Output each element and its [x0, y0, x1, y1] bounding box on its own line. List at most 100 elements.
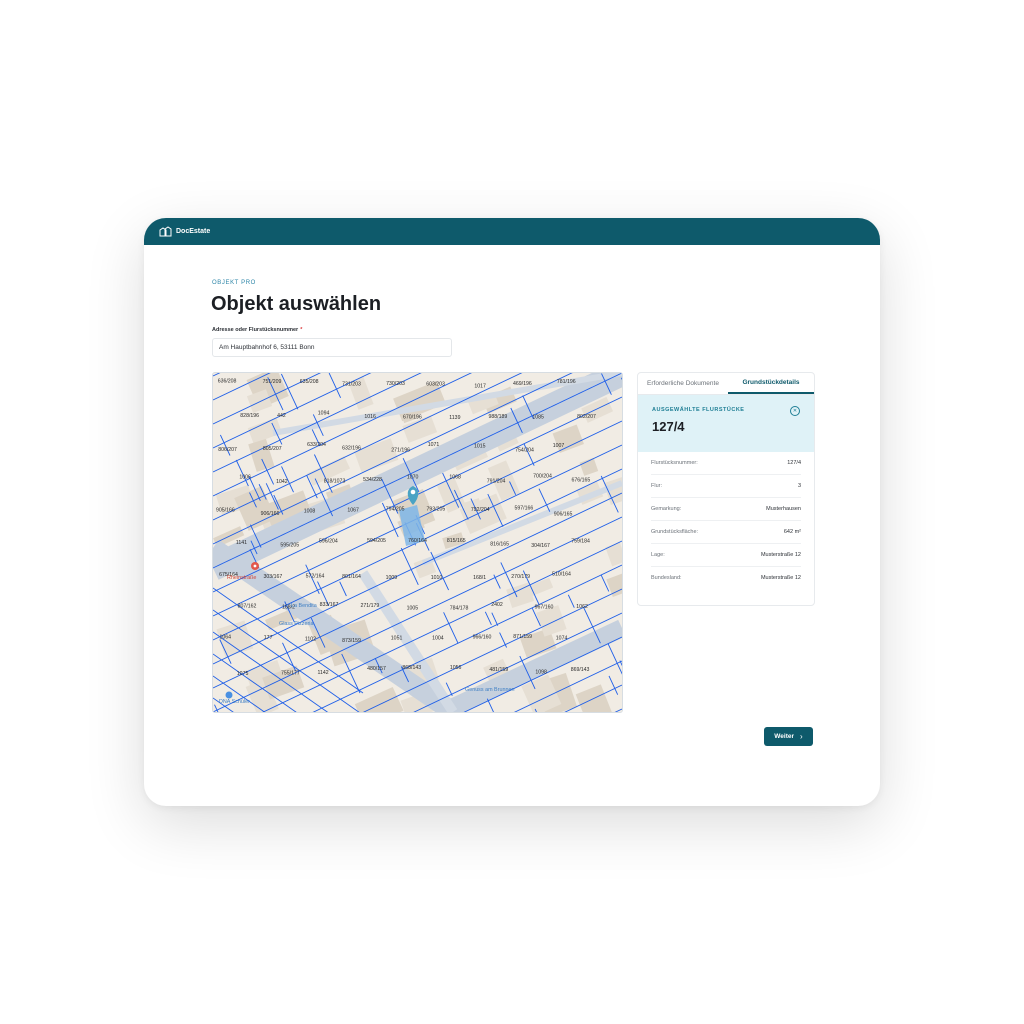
parcel-label: 271/179	[361, 603, 380, 609]
street-label: Rheinstraße	[227, 575, 256, 581]
parcel-label: 603/203	[426, 382, 445, 388]
address-label-text: Adresse oder Flurstücksnummer	[212, 327, 299, 333]
parcel-label: 632/196	[342, 446, 361, 452]
detail-value: 127/4	[787, 460, 801, 466]
parcel-label: 1085	[532, 414, 544, 420]
parcel-label: 700/204	[533, 474, 552, 480]
parcel-label: 177	[264, 635, 273, 641]
parcel-label: 731/203	[342, 382, 361, 388]
parcel-label: 1010	[431, 575, 443, 581]
parcel-label: 1005	[407, 606, 419, 612]
parcel-label: 1015	[474, 444, 486, 450]
parcel-label: 304/167	[531, 543, 550, 549]
parcel-label: 906/165	[554, 511, 573, 517]
parcel-label: 1051	[391, 636, 403, 642]
parcel-label: 818/1073	[324, 479, 346, 485]
poi-marker-icon[interactable]	[251, 562, 259, 570]
parcel-label: 905/166	[216, 508, 235, 514]
parcel-label: 670/196	[403, 415, 422, 421]
parcel-label: 869/143	[571, 667, 590, 673]
parcel-label: 1141	[236, 540, 247, 546]
parcel-label: 868/143	[402, 665, 421, 671]
parcel-label: 754/204	[515, 447, 534, 453]
parcel-label: 815/165	[447, 538, 466, 544]
parcel-label: 1098	[535, 670, 547, 676]
parcel-label: 303/167	[264, 574, 283, 580]
parcel-label: 871/159	[513, 634, 532, 640]
parcel-label: 751/209	[263, 379, 282, 385]
parcel-label: 1007	[553, 443, 565, 449]
parcel-label: 481/159	[489, 667, 508, 673]
street-label: Genuss am Brunnen	[465, 687, 514, 693]
parcel-label: 755/177	[281, 671, 300, 677]
parcel-label: 636/208	[218, 379, 237, 385]
next-button[interactable]: Weiter ›	[764, 727, 813, 746]
parcel-label: 1067	[347, 508, 359, 514]
parcel-label: 794/205	[386, 506, 405, 512]
parcel-label: 816/165	[490, 541, 509, 547]
tab-property-details[interactable]: Grundstückdetails	[728, 373, 814, 394]
parcel-label: 906/166	[261, 511, 280, 517]
parcel-label: 1004	[432, 636, 444, 642]
detail-label: Gemarkung:	[651, 506, 682, 512]
parcel-label: 1074	[556, 636, 568, 642]
address-label: Adresse oder Flurstücksnummer *	[212, 327, 302, 333]
street-label: Glass Pizzeria	[279, 621, 313, 627]
parcel-label: 1042	[276, 479, 288, 485]
parcel-label: 784/178	[450, 606, 469, 612]
detail-label: Grundstücksfläche:	[651, 529, 699, 535]
parcel-label: 1064	[220, 634, 232, 640]
parcel-label: 596/204	[319, 538, 338, 544]
parcel-label: 801/164	[342, 574, 361, 580]
parcel-label: 442	[277, 413, 286, 419]
close-icon[interactable]: ✕	[790, 406, 800, 416]
parcel-label: 967/160	[535, 604, 554, 610]
selected-parcels-label: AUSGEWÄHLTE FLURSTÜCKE	[652, 407, 745, 413]
street-label: La Bendita	[291, 603, 317, 609]
parcel-label: 469/196	[513, 381, 532, 387]
details-list: Flurstücksnummer: 127/4 Flur: 3 Gemarkun…	[638, 452, 814, 589]
parcel-label: 802/207	[577, 414, 596, 420]
map-canvas[interactable]: 636/208 751/209 635/208 731/203 730/203 603/2…	[213, 373, 622, 712]
chevron-right-icon: ›	[800, 732, 803, 741]
selected-parcel-value: 127/4	[652, 419, 685, 434]
parcel-label: 1142	[318, 670, 329, 676]
parcel-label: 168/1	[473, 575, 486, 581]
parcel-label: 1009	[386, 575, 398, 581]
detail-value: Musterhausen	[766, 506, 801, 512]
detail-row-parcel-number: Flurstücksnummer: 127/4	[651, 452, 801, 475]
detail-row-area: Grundstücksfläche: 642 m²	[651, 521, 801, 544]
parcel-label: 781/196	[557, 379, 576, 385]
detail-row-state: Bundesland: Musterstraße 12	[651, 567, 801, 589]
detail-label: Flurstücksnummer:	[651, 460, 698, 466]
next-button-label: Weiter	[774, 733, 795, 740]
detail-value: Musterstraße 12	[760, 575, 801, 581]
parcel-label: 1139	[449, 415, 460, 421]
detail-value: Musterstraße 12	[760, 552, 801, 558]
brand-name: DocEstate	[176, 228, 211, 235]
detail-value: 642 m²	[783, 529, 801, 535]
parcel-label: 676/165	[572, 477, 591, 483]
selected-parcel-box: AUSGEWÄHLTE FLURSTÜCKE 127/4 ✕	[638, 395, 814, 452]
cadastral-map[interactable]: 636/208 751/209 635/208 731/203 730/203 603/2…	[212, 372, 623, 713]
parcel-label: 635/208	[300, 379, 319, 385]
address-input[interactable]	[212, 338, 452, 357]
docestate-logo-icon	[159, 226, 172, 237]
parcel-label: 793/205	[427, 507, 446, 513]
tab-required-documents[interactable]: Erforderliche Dokumente	[638, 373, 728, 394]
parcel-label: 988/189	[489, 414, 508, 420]
detail-value: 3	[797, 483, 801, 489]
parcel-label: 828/196	[240, 413, 259, 419]
parcel-label: 271/196	[391, 448, 410, 454]
parcel-label: 1016	[364, 414, 376, 420]
panel-tabs: Erforderliche Dokumente Grundstückdetail…	[638, 373, 814, 395]
parcel-label: 270/179	[511, 574, 530, 580]
detail-row-flur: Flur: 3	[651, 475, 801, 498]
transit-marker-icon[interactable]	[225, 691, 233, 699]
parcel-label: 510/164	[552, 572, 571, 578]
page-title: Objekt auswählen	[211, 293, 382, 315]
parcel-label: 2402	[491, 602, 503, 608]
parcel-label: 1070	[407, 474, 419, 480]
parcel-label: 1056	[450, 665, 462, 671]
parcel-label: 1017	[474, 384, 486, 390]
